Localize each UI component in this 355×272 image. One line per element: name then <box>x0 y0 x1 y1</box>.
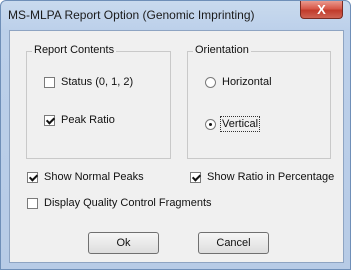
horizontal-radio[interactable]: Horizontal <box>205 76 272 88</box>
peak-ratio-checkbox-icon <box>44 114 55 126</box>
peak-ratio-label: Peak Ratio <box>61 114 115 126</box>
dialog-window: MS-MLPA Report Option (Genomic Imprintin… <box>0 0 351 270</box>
horizontal-radio-icon <box>205 76 216 88</box>
status-checkbox-icon <box>44 76 55 88</box>
show-ratio-percentage-checkbox[interactable]: Show Ratio in Percentage <box>190 171 334 183</box>
horizontal-label: Horizontal <box>222 76 272 88</box>
close-icon: X <box>317 2 326 17</box>
status-checkbox[interactable]: Status (0, 1, 2) <box>44 76 133 88</box>
display-qc-fragments-checkbox-icon <box>27 197 38 209</box>
orientation-group: Orientation Horizontal Vertical <box>187 44 331 159</box>
peak-ratio-checkbox[interactable]: Peak Ratio <box>44 114 115 126</box>
vertical-radio-icon <box>205 118 216 130</box>
show-normal-peaks-checkbox[interactable]: Show Normal Peaks <box>27 171 144 183</box>
report-contents-title: Report Contents <box>32 44 117 56</box>
close-button[interactable]: X <box>300 1 343 19</box>
show-ratio-percentage-checkbox-icon <box>190 171 201 183</box>
show-normal-peaks-label: Show Normal Peaks <box>44 171 144 183</box>
display-qc-fragments-checkbox[interactable]: Display Quality Control Fragments <box>27 197 212 209</box>
show-ratio-percentage-label: Show Ratio in Percentage <box>207 171 335 183</box>
vertical-label: Vertical <box>219 116 261 132</box>
ok-button[interactable]: Ok <box>88 232 159 254</box>
window-title: MS-MLPA Report Option (Genomic Imprintin… <box>8 8 255 22</box>
dialog-client-area: Report Contents Status (0, 1, 2) Peak Ra… <box>9 30 344 263</box>
cancel-button[interactable]: Cancel <box>198 232 269 254</box>
orientation-title: Orientation <box>193 44 251 56</box>
report-contents-group: Report Contents Status (0, 1, 2) Peak Ra… <box>26 44 171 159</box>
status-label: Status (0, 1, 2) <box>61 76 134 88</box>
display-qc-fragments-label: Display Quality Control Fragments <box>44 197 212 209</box>
vertical-radio[interactable]: Vertical <box>205 116 261 132</box>
show-normal-peaks-checkbox-icon <box>27 171 38 183</box>
